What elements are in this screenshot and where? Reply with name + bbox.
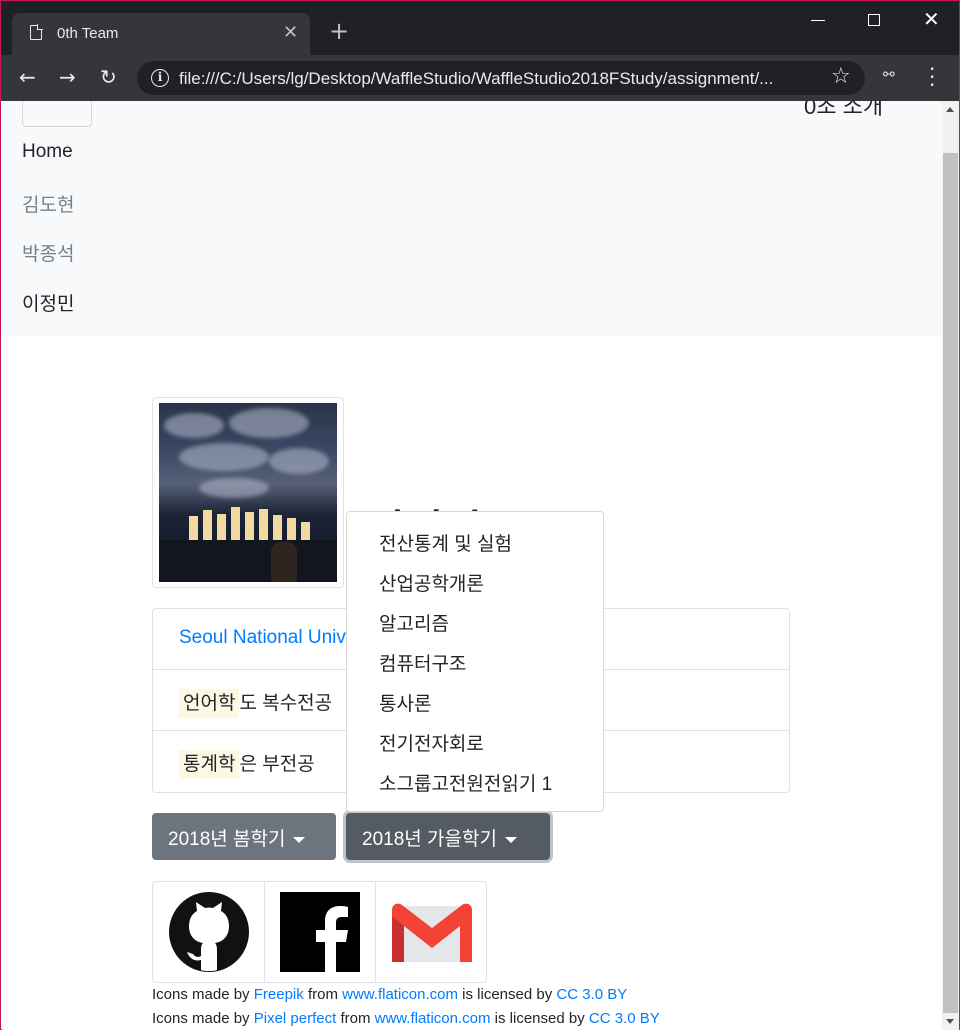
tab-close-icon[interactable]: ✕ bbox=[283, 22, 298, 43]
caret-down-icon bbox=[504, 836, 517, 843]
credit-site-link[interactable]: www.flaticon.com bbox=[342, 986, 458, 1003]
credit-text: from bbox=[340, 1010, 371, 1027]
new-tab-icon[interactable]: + bbox=[329, 19, 349, 43]
kebab-menu-icon[interactable]: · · · bbox=[929, 59, 935, 95]
forward-arrow-icon[interactable]: → bbox=[59, 65, 76, 89]
url-text[interactable]: file:///C:/Users/lg/Desktop/WaffleStudio… bbox=[179, 69, 773, 89]
nav-link-home[interactable]: Home bbox=[22, 141, 73, 163]
scrollbar-thumb[interactable] bbox=[943, 153, 958, 1013]
nav-link-kim-dohyun[interactable]: 김도현 bbox=[22, 190, 74, 217]
maximize-icon[interactable] bbox=[868, 14, 880, 26]
credit-text: from bbox=[307, 986, 338, 1003]
gmail-icon bbox=[392, 903, 472, 962]
navbar-toggler-button[interactable] bbox=[22, 101, 92, 127]
vertical-scrollbar[interactable] bbox=[942, 101, 959, 1030]
credit-license-link[interactable]: CC 3.0 BY bbox=[556, 986, 627, 1003]
github-link[interactable] bbox=[153, 882, 264, 982]
page-viewport: 0조 소개 Home 김도현 박종석 이정민 이정민 Se bbox=[2, 101, 942, 1030]
navbar: 0조 소개 Home 김도현 박종석 이정민 bbox=[2, 101, 942, 336]
minor-highlight: 통계학 bbox=[179, 750, 240, 779]
icon-credit-line: Icons made by Freepik from www.flaticon.… bbox=[152, 986, 627, 1003]
window-close-icon[interactable]: ✕ bbox=[923, 7, 940, 31]
credit-text: Icons made by bbox=[152, 1010, 250, 1027]
caret-down-icon bbox=[293, 836, 306, 843]
major-rest: 도 복수전공 bbox=[239, 693, 333, 714]
browser-tab[interactable]: 0th Team ✕ bbox=[12, 13, 310, 55]
spring-semester-dropdown-button[interactable]: 2018년 봄학기 bbox=[152, 813, 336, 860]
fall-semester-dropdown-button[interactable]: 2018년 가을학기 bbox=[346, 813, 550, 860]
nav-link-park-jongseok[interactable]: 박종석 bbox=[22, 239, 74, 266]
address-bar[interactable]: i file:///C:/Users/lg/Desktop/WaffleStud… bbox=[137, 61, 865, 95]
dropdown-item[interactable]: 전기전자회로 bbox=[347, 721, 603, 761]
incognito-icon[interactable]: ⚯ bbox=[883, 67, 895, 83]
dropdown-item[interactable]: 소그룹고전원전읽기 1 bbox=[347, 761, 603, 801]
facebook-link[interactable] bbox=[264, 882, 375, 982]
credit-author-link[interactable]: Freepik bbox=[254, 986, 304, 1003]
browser-tabstrip: 0th Team ✕ + ✕ bbox=[1, 1, 959, 55]
bookmark-star-icon[interactable]: ☆ bbox=[831, 64, 851, 89]
profile-photo bbox=[159, 403, 337, 582]
minor-rest: 은 부전공 bbox=[239, 754, 315, 775]
dropdown-item[interactable]: 컴퓨터구조 bbox=[347, 641, 603, 681]
profile-photo-frame bbox=[152, 397, 344, 588]
info-icon[interactable]: i bbox=[151, 69, 169, 87]
credit-text: is licensed by bbox=[494, 1010, 585, 1027]
credit-text: is licensed by bbox=[462, 986, 553, 1003]
fall-semester-label: 2018년 가을학기 bbox=[362, 829, 497, 850]
icon-credit-line: Icons made by Pixel perfect from www.fla… bbox=[152, 1010, 660, 1027]
github-icon bbox=[169, 892, 249, 972]
credit-author-link[interactable]: Pixel perfect bbox=[254, 1010, 337, 1027]
credit-license-link[interactable]: CC 3.0 BY bbox=[589, 1010, 660, 1027]
major-highlight: 언어학 bbox=[179, 689, 240, 718]
scroll-down-arrow-icon[interactable] bbox=[946, 1019, 954, 1024]
spring-semester-label: 2018년 봄학기 bbox=[168, 829, 286, 850]
social-icons-group bbox=[152, 881, 487, 983]
dropdown-item[interactable]: 산업공학개론 bbox=[347, 561, 603, 601]
dropdown-item[interactable]: 알고리즘 bbox=[347, 601, 603, 641]
minor-text: 통계학 은 부전공 bbox=[179, 749, 315, 779]
facebook-icon bbox=[280, 892, 360, 972]
fall-semester-dropdown-menu: 전산통계 및 실험 산업공학개론 알고리즘 컴퓨터구조 통사론 전기전자회로 소… bbox=[346, 511, 604, 812]
browser-toolbar: ← → ↻ i file:///C:/Users/lg/Desktop/Waff… bbox=[1, 55, 959, 101]
minimize-icon[interactable] bbox=[811, 20, 825, 21]
scroll-up-arrow-icon[interactable] bbox=[946, 107, 954, 112]
double-major-text: 언어학 도 복수전공 bbox=[179, 688, 333, 718]
navbar-brand[interactable]: 0조 소개 bbox=[804, 101, 883, 121]
gmail-link[interactable] bbox=[375, 882, 486, 982]
dropdown-item[interactable]: 전산통계 및 실험 bbox=[347, 521, 603, 561]
reload-icon[interactable]: ↻ bbox=[100, 65, 117, 89]
tab-title: 0th Team bbox=[57, 25, 119, 42]
back-arrow-icon[interactable]: ← bbox=[19, 65, 36, 89]
credit-site-link[interactable]: www.flaticon.com bbox=[375, 1010, 491, 1027]
dropdown-item[interactable]: 통사론 bbox=[347, 681, 603, 721]
document-icon bbox=[30, 24, 43, 40]
credit-text: Icons made by bbox=[152, 986, 250, 1003]
nav-link-lee-jeongmin[interactable]: 이정민 bbox=[22, 289, 74, 316]
